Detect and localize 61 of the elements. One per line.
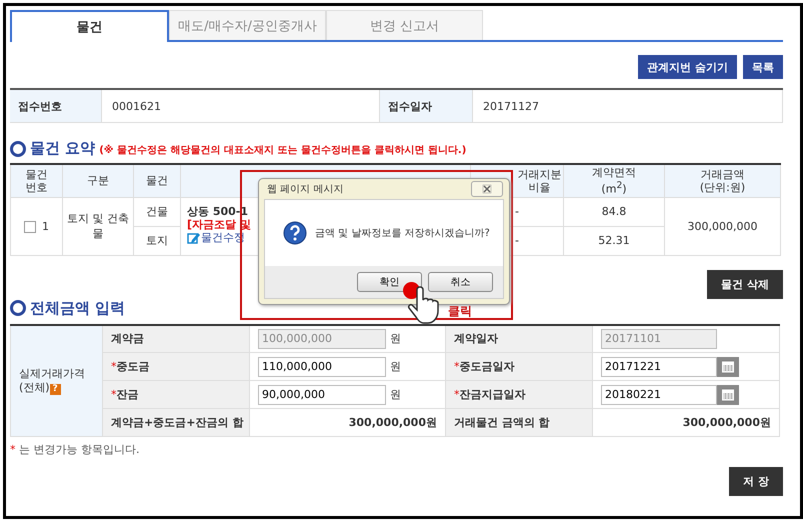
toggle-button[interactable]: 관계지번 숨기기 — [638, 55, 737, 79]
column-header: 물건 — [134, 164, 180, 198]
field-label: 계약금 — [111, 332, 144, 346]
footnote: 는 변경가능 항목입니다. — [19, 443, 140, 456]
group-label: (전체) — [19, 380, 50, 394]
confirm-button[interactable]: 확인 — [357, 272, 422, 292]
column-header: 구분 — [62, 164, 134, 198]
field-value: 20171127 — [473, 90, 783, 122]
required-mark: * — [111, 388, 116, 402]
column-header: 거래금액 (단위:원) — [664, 164, 780, 198]
field-label: 계약일자 — [454, 332, 498, 346]
group-label: 실제거래가격 — [19, 366, 86, 381]
delete-button[interactable]: 물건 삭제 — [707, 270, 783, 299]
list-button[interactable]: 목록 — [743, 55, 783, 79]
required-mark: * — [111, 360, 116, 374]
bullet-icon — [10, 140, 26, 156]
close-button[interactable] — [471, 181, 503, 197]
unit-label: 원 — [390, 332, 401, 346]
field-label: 접수일자 — [380, 90, 473, 122]
table-cell: 토지 및 건축물 — [62, 197, 134, 256]
unit-label: 원 — [390, 388, 401, 402]
column-header: 물건 번호 — [10, 164, 62, 198]
save-button[interactable]: 저 장 — [729, 467, 783, 496]
section-title: 전체금액 입력 — [30, 298, 126, 318]
field-label: 중도금일자 — [460, 360, 514, 374]
table-cell: 300,000,000 — [664, 197, 780, 256]
calendar-button[interactable] — [717, 384, 739, 405]
cancel-button[interactable]: 취소 — [428, 272, 493, 292]
amount-field[interactable]: 110,000,000 — [258, 356, 386, 377]
required-mark: * — [454, 388, 460, 402]
column-header: 계약면적 (m$^{2}$) — [564, 164, 664, 198]
edit-icon — [187, 231, 200, 244]
required-mark: * — [10, 443, 16, 456]
calendar-button[interactable] — [717, 356, 739, 377]
required-mark: * — [454, 360, 460, 374]
click-label: 클릭 — [448, 303, 472, 320]
question-icon — [283, 221, 307, 245]
row-number: 1 — [42, 220, 49, 233]
amount-field[interactable]: 90,000,000 — [258, 384, 386, 405]
sum-value: 300,000,000원 — [592, 408, 780, 437]
unit-label: 원 — [390, 360, 401, 374]
calendar-icon — [722, 388, 734, 402]
section-title: 물건 요약 — [30, 139, 96, 158]
dialog-title: 웹 페이지 메시지 — [267, 183, 344, 196]
field-label: 거래물건 금액의 합 — [446, 408, 592, 437]
checkbox[interactable] — [24, 220, 36, 233]
date-field[interactable]: 20180221 — [601, 384, 717, 405]
field-label: 잔금 — [116, 388, 138, 402]
bullet-icon — [10, 300, 26, 316]
field-label: 중도금 — [116, 360, 150, 374]
sum-value: 300,000,000원 — [250, 408, 446, 437]
calendar-icon — [722, 360, 734, 374]
field-label: 접수번호 — [10, 90, 102, 122]
date-field[interactable]: 20171221 — [601, 356, 717, 377]
table-cell: 건물 — [134, 197, 180, 226]
field-label: 계약금+중도금+잔금의 합 — [102, 408, 250, 437]
close-icon — [481, 184, 493, 194]
section-note: (※ 물건수정은 해당물건의 대표소재지 또는 물건수정버튼을 클릭하시면 됩니다.) — [99, 144, 466, 157]
table-cell: 84.8 — [564, 197, 664, 226]
tab[interactable]: 물건 — [10, 10, 169, 42]
field-label: 잔금지급일자 — [460, 388, 526, 402]
